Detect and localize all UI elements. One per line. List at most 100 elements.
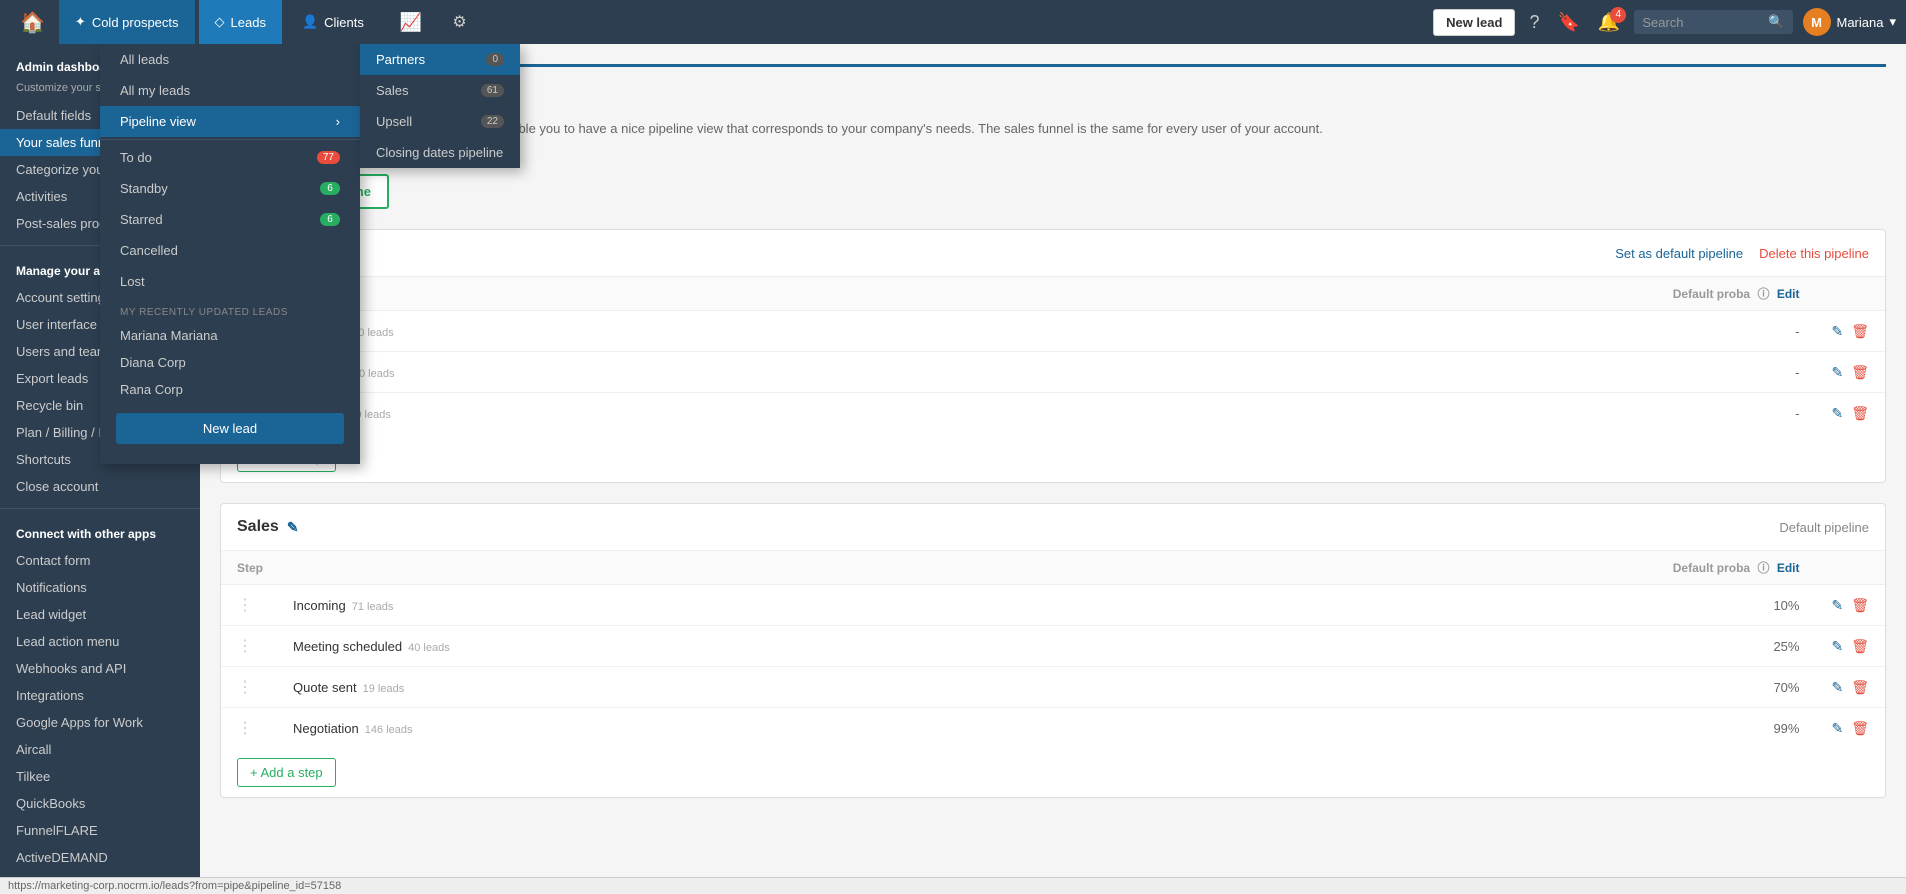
step-edit-icon[interactable]: ✎ xyxy=(1831,405,1843,422)
new-lead-dropdown-button[interactable]: New lead xyxy=(116,413,344,444)
pipeline-card-sales: Sales ✎ Default pipeline Step Default pr… xyxy=(220,503,1886,798)
todo-badge: 77 xyxy=(317,151,340,164)
step-delete-icon[interactable]: 🗑 xyxy=(1851,323,1869,340)
search-icon: 🔍 xyxy=(1768,14,1784,30)
col-prob-partners: Default proba ⓘ Edit xyxy=(980,277,1816,311)
step-edit-icon[interactable]: ✎ xyxy=(1831,323,1843,340)
sales-badge: 61 xyxy=(481,84,504,97)
submenu-sales[interactable]: Sales 61 xyxy=(360,75,520,106)
tab-leads[interactable]: ◇ Leads xyxy=(199,0,282,44)
step-edit-icon[interactable]: ✎ xyxy=(1831,638,1843,655)
sidebar-item-google-apps[interactable]: Google Apps for Work xyxy=(0,709,200,736)
sidebar-item-notifications[interactable]: Notifications xyxy=(0,574,200,601)
edit-col-label[interactable]: Edit xyxy=(1777,287,1800,301)
bookmarks-icon[interactable]: 🔖 xyxy=(1553,12,1583,33)
dropdown-all-my-leads[interactable]: All my leads xyxy=(100,75,360,106)
tab-clients[interactable]: 👤 Clients xyxy=(286,0,380,44)
sidebar-item-lead-widget[interactable]: Lead widget xyxy=(0,601,200,628)
new-lead-button[interactable]: New lead xyxy=(1433,9,1515,36)
submenu-upsell[interactable]: Upsell 22 xyxy=(360,106,520,137)
status-bar: https://marketing-corp.nocrm.io/leads?fr… xyxy=(0,877,1906,894)
step-edit-icon[interactable]: ✎ xyxy=(1831,720,1843,737)
chevron-down-icon: ▾ xyxy=(1889,14,1896,30)
standby-badge: 6 xyxy=(320,182,340,195)
delete-pipeline-partners[interactable]: Delete this pipeline xyxy=(1759,246,1869,261)
analytics-icon[interactable]: 📈 xyxy=(384,0,438,44)
recent-lead-2[interactable]: Diana Corp xyxy=(100,349,360,376)
table-row: ⋮ Meeting scheduled40 leads 25% ✎🗑 xyxy=(221,626,1885,667)
sidebar-item-tilkee[interactable]: Tilkee xyxy=(0,763,200,790)
table-row: ⋮ Follow-up0 leads - ✎🗑 xyxy=(221,393,1885,434)
step-edit-icon[interactable]: ✎ xyxy=(1831,364,1843,381)
dropdown-starred[interactable]: Starred 6 xyxy=(100,204,360,235)
dropdown-todo[interactable]: To do 77 xyxy=(100,142,360,173)
step-delete-icon[interactable]: 🗑 xyxy=(1851,720,1869,737)
drag-handle[interactable]: ⋮ xyxy=(237,638,261,655)
sidebar-item-activedemand[interactable]: ActiveDEMAND xyxy=(0,844,200,871)
user-menu[interactable]: M Mariana ▾ xyxy=(1803,8,1897,36)
pipeline-actions-sales: Default pipeline xyxy=(1779,520,1869,535)
starred-badge: 6 xyxy=(320,213,340,226)
add-step-button-sales[interactable]: + Add a step xyxy=(237,758,336,787)
home-icon[interactable]: 🏠 xyxy=(10,10,55,35)
pipeline-edit-icon-sales[interactable]: ✎ xyxy=(287,519,299,536)
sidebar-item-contact-form[interactable]: Contact form xyxy=(0,547,200,574)
prob-help-icon-sales[interactable]: ⓘ xyxy=(1757,561,1769,575)
leads-icon: ◇ xyxy=(215,14,225,30)
table-row: ⋮ Negotiation146 leads 99% ✎🗑 xyxy=(221,708,1885,749)
sidebar-item-integrations[interactable]: Integrations xyxy=(0,682,200,709)
sidebar-item-quickbooks[interactable]: QuickBooks xyxy=(0,790,200,817)
submenu-partners[interactable]: Partners 0 xyxy=(360,44,520,75)
col-step-sales: Step xyxy=(221,551,1113,585)
dropdown-lost[interactable]: Lost xyxy=(100,266,360,297)
sidebar-item-funnelflare[interactable]: FunnelFLARE xyxy=(0,817,200,844)
dropdown-cancelled[interactable]: Cancelled xyxy=(100,235,360,266)
partners-badge: 0 xyxy=(486,53,504,66)
pipeline-submenu: Partners 0 Sales 61 Upsell 22 Closing da… xyxy=(360,44,520,168)
recently-section-label: MY RECENTLY UPDATED LEADS xyxy=(100,297,360,322)
table-row: ⋮ Incoming71 leads 10% ✎🗑 xyxy=(221,585,1885,626)
sidebar-item-webhooks[interactable]: Webhooks and API xyxy=(0,655,200,682)
pipeline-header-partners: Partners ✎ Set as default pipeline Delet… xyxy=(221,230,1885,277)
tab-cold-prospects[interactable]: ✦ Cold prospects xyxy=(59,0,195,44)
prob-help-icon[interactable]: ⓘ xyxy=(1757,287,1769,301)
table-row: ⋮ Contacted0 leads - ✎🗑 xyxy=(221,311,1885,352)
drag-handle[interactable]: ⋮ xyxy=(237,720,261,737)
step-edit-icon[interactable]: ✎ xyxy=(1831,679,1843,696)
step-delete-icon[interactable]: 🗑 xyxy=(1851,405,1869,422)
settings-icon[interactable]: ⚙ xyxy=(442,12,476,32)
notifications-icon[interactable]: 🔔 4 xyxy=(1594,12,1624,33)
recent-lead-1[interactable]: Mariana Mariana xyxy=(100,322,360,349)
upsell-badge: 22 xyxy=(481,115,504,128)
pipeline-header-sales: Sales ✎ Default pipeline xyxy=(221,504,1885,551)
dropdown-all-leads[interactable]: All leads xyxy=(100,44,360,75)
sidebar-item-close-account[interactable]: Close account xyxy=(0,473,200,500)
help-icon[interactable]: ? xyxy=(1525,12,1543,33)
step-delete-icon[interactable]: 🗑 xyxy=(1851,679,1869,696)
edit-col-label-sales[interactable]: Edit xyxy=(1777,561,1800,575)
col-prob-sales: Default proba ⓘ Edit xyxy=(1113,551,1816,585)
step-delete-icon[interactable]: 🗑 xyxy=(1851,638,1869,655)
pipeline-actions-partners: Set as default pipeline Delete this pipe… xyxy=(1615,246,1869,261)
sidebar-item-aircall[interactable]: Aircall xyxy=(0,736,200,763)
dropdown-pipeline-view[interactable]: Pipeline view › xyxy=(100,106,360,137)
notifications-badge: 4 xyxy=(1610,7,1626,23)
table-row: ⋮ In process0 leads - ✎🗑 xyxy=(221,352,1885,393)
set-default-link-partners[interactable]: Set as default pipeline xyxy=(1615,246,1743,261)
step-delete-icon[interactable]: 🗑 xyxy=(1851,364,1869,381)
default-pipeline-badge: Default pipeline xyxy=(1779,520,1869,535)
drag-handle[interactable]: ⋮ xyxy=(237,597,261,614)
sidebar-item-lead-action-menu[interactable]: Lead action menu xyxy=(0,628,200,655)
search-box[interactable]: 🔍 xyxy=(1634,10,1792,34)
steps-table-sales: Step Default proba ⓘ Edit ⋮ Incoming71 l… xyxy=(221,551,1885,748)
submenu-closing-dates[interactable]: Closing dates pipeline xyxy=(360,137,520,168)
step-edit-icon[interactable]: ✎ xyxy=(1831,597,1843,614)
drag-handle[interactable]: ⋮ xyxy=(237,679,261,696)
recent-lead-3[interactable]: Rana Corp xyxy=(100,376,360,403)
cold-prospects-icon: ✦ xyxy=(75,14,86,30)
search-input[interactable] xyxy=(1642,15,1762,30)
dropdown-standby[interactable]: Standby 6 xyxy=(100,173,360,204)
pipeline-card-partners: Partners ✎ Set as default pipeline Delet… xyxy=(220,229,1886,483)
table-row: ⋮ Quote sent19 leads 70% ✎🗑 xyxy=(221,667,1885,708)
step-delete-icon[interactable]: 🗑 xyxy=(1851,597,1869,614)
